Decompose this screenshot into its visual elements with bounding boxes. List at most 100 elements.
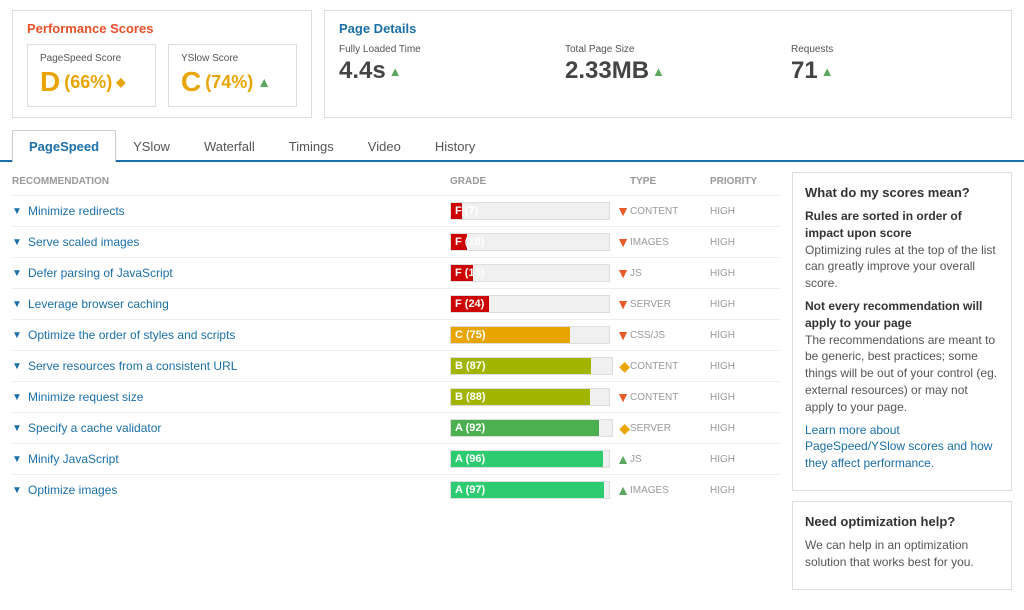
grade-arrow-9: ▲ xyxy=(616,482,630,498)
grade-bar-wrap-1: F (10) ▼ xyxy=(450,233,630,251)
sidebar-scores-link[interactable]: Learn more about PageSpeed/YSlow scores … xyxy=(805,423,992,471)
grade-bar-wrap-9: A (97) ▲ xyxy=(450,481,630,499)
loaded-time-trend: ▲ xyxy=(389,64,402,79)
rec-type-8: JS xyxy=(630,454,710,465)
table-row: ▼ Optimize images A (97) ▲ IMAGES HIGH xyxy=(12,474,780,505)
rec-name-5[interactable]: Serve resources from a consistent URL xyxy=(28,359,450,373)
grade-label-3: F (24) xyxy=(455,298,484,310)
requests-box: Requests 71 ▲ xyxy=(791,44,997,85)
rec-toggle-4[interactable]: ▼ xyxy=(12,330,24,341)
grade-bar-outer-5: B (87) xyxy=(450,357,613,375)
grade-bar-wrap-4: C (75) ▼ xyxy=(450,326,630,344)
rec-name-8[interactable]: Minify JavaScript xyxy=(28,452,450,466)
yslow-score-box: YSlow Score C (74%) ▲ xyxy=(168,44,297,107)
rec-toggle-5[interactable]: ▼ xyxy=(12,361,24,372)
page-size-value: 2.33MB ▲ xyxy=(565,57,771,85)
yslow-pct: (74%) xyxy=(205,72,253,93)
grade-bar-outer-2: F (14) xyxy=(450,264,610,282)
table-row: ▼ Minimize request size B (88) ▼ CONTENT… xyxy=(12,381,780,412)
rec-name-7[interactable]: Specify a cache validator xyxy=(28,421,450,435)
grade-bar-wrap-7: A (92) ◆ xyxy=(450,419,630,437)
tab-waterfall[interactable]: Waterfall xyxy=(187,130,272,162)
grade-bar-inner-0: F (7) xyxy=(451,203,462,219)
header-priority: PRIORITY xyxy=(710,176,780,187)
yslow-label: YSlow Score xyxy=(181,53,284,64)
rec-toggle-6[interactable]: ▼ xyxy=(12,392,24,403)
page-details-title: Page Details xyxy=(339,21,997,36)
tab-history[interactable]: History xyxy=(418,130,492,162)
table-row: ▼ Specify a cache validator A (92) ◆ SER… xyxy=(12,412,780,443)
rec-priority-6: HIGH xyxy=(710,392,780,403)
rec-name-4[interactable]: Optimize the order of styles and scripts xyxy=(28,328,450,342)
rec-name-0[interactable]: Minimize redirects xyxy=(28,204,450,218)
rec-name-1[interactable]: Serve scaled images xyxy=(28,235,450,249)
rec-priority-4: HIGH xyxy=(710,330,780,341)
yslow-value: C (74%) ▲ xyxy=(181,66,284,98)
table-row: ▼ Serve scaled images F (10) ▼ IMAGES HI… xyxy=(12,226,780,257)
rec-toggle-0[interactable]: ▼ xyxy=(12,206,24,217)
grade-label-7: A (92) xyxy=(455,422,485,434)
tab-timings[interactable]: Timings xyxy=(272,130,351,162)
page-size-box: Total Page Size 2.33MB ▲ xyxy=(565,44,771,85)
rec-type-7: SERVER xyxy=(630,423,710,434)
table-row: ▼ Minimize redirects F (7) ▼ CONTENT HIG… xyxy=(12,195,780,226)
rec-name-6[interactable]: Minimize request size xyxy=(28,390,450,404)
rec-priority-3: HIGH xyxy=(710,299,780,310)
rec-name-9[interactable]: Optimize images xyxy=(28,483,450,497)
grade-bar-wrap-5: B (87) ◆ xyxy=(450,357,630,375)
rec-toggle-1[interactable]: ▼ xyxy=(12,237,24,248)
grade-arrow-4: ▼ xyxy=(616,327,630,343)
rec-toggle-7[interactable]: ▼ xyxy=(12,423,24,434)
grade-bar-outer-4: C (75) xyxy=(450,326,610,344)
rec-name-2[interactable]: Defer parsing of JavaScript xyxy=(28,266,450,280)
pagespeed-trend: ◆ xyxy=(116,75,125,89)
tab-yslow[interactable]: YSlow xyxy=(116,130,187,162)
table-row: ▼ Optimize the order of styles and scrip… xyxy=(12,319,780,350)
page-size-label: Total Page Size xyxy=(565,44,771,55)
requests-value: 71 ▲ xyxy=(791,57,997,85)
rec-toggle-9[interactable]: ▼ xyxy=(12,485,24,496)
grade-bar-inner-2: F (14) xyxy=(451,265,473,281)
grade-label-8: A (96) xyxy=(455,453,485,465)
requests-label: Requests xyxy=(791,44,997,55)
pagespeed-score-box: PageSpeed Score D (66%) ◆ xyxy=(27,44,156,107)
grade-bar-outer-3: F (24) xyxy=(450,295,610,313)
header-type: TYPE xyxy=(630,176,710,187)
rec-type-2: JS xyxy=(630,268,710,279)
grade-label-1: F (10) xyxy=(455,236,484,248)
grade-bar-inner-6: B (88) xyxy=(451,389,590,405)
rec-toggle-8[interactable]: ▼ xyxy=(12,454,24,465)
rec-toggle-2[interactable]: ▼ xyxy=(12,268,24,279)
page-size-trend: ▲ xyxy=(652,64,665,79)
grade-arrow-3: ▼ xyxy=(616,296,630,312)
page-details-card: Page Details Fully Loaded Time 4.4s ▲ To… xyxy=(324,10,1012,118)
grade-arrow-8: ▲ xyxy=(616,451,630,467)
rec-priority-7: HIGH xyxy=(710,423,780,434)
tab-video[interactable]: Video xyxy=(351,130,418,162)
grade-arrow-7: ◆ xyxy=(619,420,630,437)
header-recommendation: RECOMMENDATION xyxy=(12,176,450,187)
tabs-bar: PageSpeed YSlow Waterfall Timings Video … xyxy=(0,128,1024,162)
rec-name-3[interactable]: Leverage browser caching xyxy=(28,297,450,311)
grade-bar-outer-8: A (96) xyxy=(450,450,610,468)
grade-bar-wrap-8: A (96) ▲ xyxy=(450,450,630,468)
rec-type-5: CONTENT xyxy=(630,361,710,372)
grade-bar-wrap-3: F (24) ▼ xyxy=(450,295,630,313)
grade-bar-outer-6: B (88) xyxy=(450,388,610,406)
sidebar-optimization-text: We can help in an optimization solution … xyxy=(805,537,999,571)
grade-bar-wrap-2: F (14) ▼ xyxy=(450,264,630,282)
performance-scores-card: Performance Scores PageSpeed Score D (66… xyxy=(12,10,312,118)
grade-bar-outer-7: A (92) xyxy=(450,419,613,437)
pagespeed-label: PageSpeed Score xyxy=(40,53,143,64)
header-grade: GRADE xyxy=(450,176,630,187)
rec-priority-9: HIGH xyxy=(710,485,780,496)
recommendations-panel: RECOMMENDATION GRADE TYPE PRIORITY ▼ Min… xyxy=(12,172,780,600)
rec-type-1: IMAGES xyxy=(630,237,710,248)
loaded-time-value: 4.4s ▲ xyxy=(339,57,545,85)
grade-label-9: A (97) xyxy=(455,484,485,496)
rec-toggle-3[interactable]: ▼ xyxy=(12,299,24,310)
grade-bar-inner-7: A (92) xyxy=(451,420,599,436)
grade-bar-inner-4: C (75) xyxy=(451,327,570,343)
tab-pagespeed[interactable]: PageSpeed xyxy=(12,130,116,162)
rec-priority-5: HIGH xyxy=(710,361,780,372)
